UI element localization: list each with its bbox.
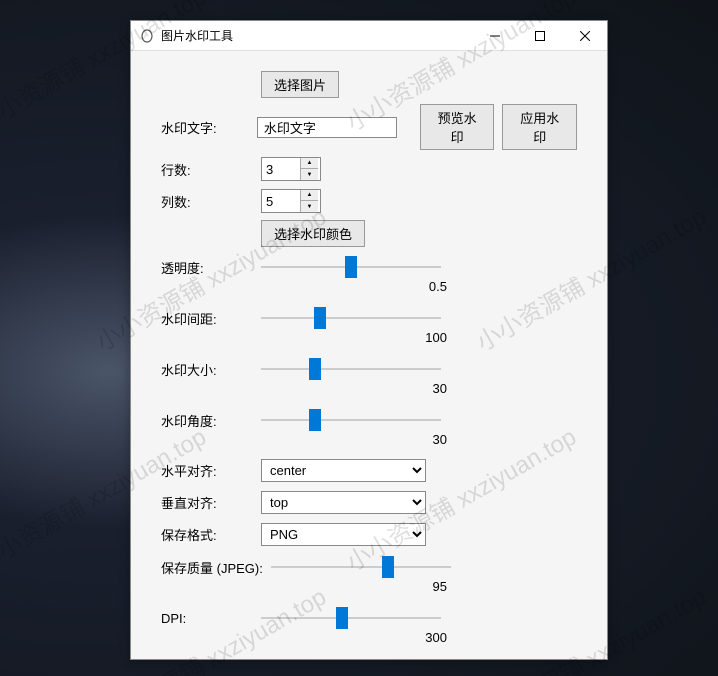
- opacity-slider[interactable]: [261, 255, 441, 279]
- spacing-value: 100: [161, 330, 577, 345]
- angle-value: 30: [161, 432, 577, 447]
- close-button[interactable]: [562, 21, 607, 51]
- halign-label: 水平对齐:: [161, 461, 261, 480]
- format-select[interactable]: PNG: [261, 523, 426, 546]
- angle-slider[interactable]: [261, 408, 441, 432]
- opacity-value: 0.5: [161, 279, 577, 294]
- maximize-button[interactable]: [517, 21, 562, 51]
- opacity-label: 透明度:: [161, 258, 261, 277]
- size-label: 水印大小:: [161, 360, 261, 379]
- select-image-button[interactable]: 选择图片: [261, 71, 339, 98]
- minimize-button[interactable]: [472, 21, 517, 51]
- dpi-slider[interactable]: [261, 606, 441, 630]
- halign-select[interactable]: center: [261, 459, 426, 482]
- dpi-label: DPI:: [161, 611, 261, 626]
- watermark-text-label: 水印文字:: [161, 118, 257, 137]
- size-slider[interactable]: [261, 357, 441, 381]
- rows-input[interactable]: [262, 158, 300, 180]
- cols-spinner[interactable]: ▲ ▼: [261, 189, 321, 213]
- window-title: 图片水印工具: [161, 27, 472, 44]
- app-window: 图片水印工具 选择图片 水印文字: 预览水印 应用水印 行数:: [130, 20, 608, 660]
- dpi-value: 300: [161, 630, 577, 645]
- angle-label: 水印角度:: [161, 411, 261, 430]
- window-controls: [472, 21, 607, 51]
- rows-label: 行数:: [161, 160, 261, 179]
- apply-button[interactable]: 应用水印: [502, 104, 577, 150]
- titlebar: 图片水印工具: [131, 21, 607, 51]
- size-value: 30: [161, 381, 577, 396]
- app-icon: [139, 28, 155, 44]
- spacing-label: 水印间距:: [161, 309, 261, 328]
- preview-button[interactable]: 预览水印: [420, 104, 495, 150]
- watermark-text-input[interactable]: [257, 117, 397, 138]
- cols-up-button[interactable]: ▲: [301, 190, 318, 201]
- cols-input[interactable]: [262, 190, 300, 212]
- valign-label: 垂直对齐:: [161, 493, 261, 512]
- cols-label: 列数:: [161, 192, 261, 211]
- spacing-slider[interactable]: [261, 306, 441, 330]
- rows-up-button[interactable]: ▲: [301, 158, 318, 169]
- quality-slider[interactable]: [271, 555, 451, 579]
- valign-select[interactable]: top: [261, 491, 426, 514]
- format-label: 保存格式:: [161, 525, 261, 544]
- rows-down-button[interactable]: ▼: [301, 169, 318, 180]
- quality-label: 保存质量 (JPEG):: [161, 558, 271, 577]
- content-area: 选择图片 水印文字: 预览水印 应用水印 行数: ▲ ▼ 列数:: [131, 51, 607, 665]
- select-color-button[interactable]: 选择水印颜色: [261, 220, 365, 247]
- quality-value: 95: [161, 579, 577, 594]
- cols-down-button[interactable]: ▼: [301, 201, 318, 212]
- rows-spinner[interactable]: ▲ ▼: [261, 157, 321, 181]
